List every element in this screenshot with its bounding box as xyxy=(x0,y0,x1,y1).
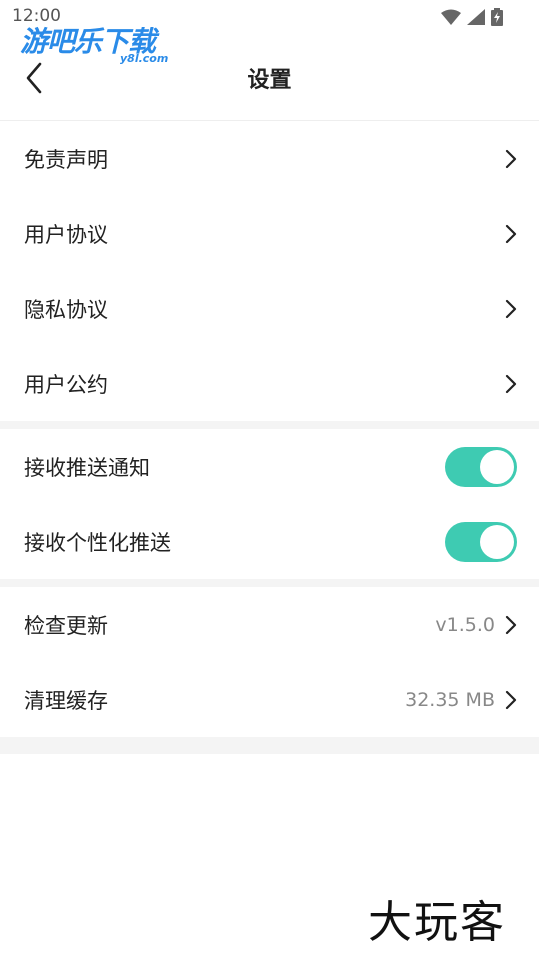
row-label: 隐私协议 xyxy=(24,297,108,322)
row-privacy-agreement[interactable]: 隐私协议 xyxy=(0,271,539,346)
section-divider xyxy=(0,421,539,429)
push-group: 接收推送通知 接收个性化推送 xyxy=(0,429,539,579)
wifi-icon xyxy=(441,9,461,25)
status-icons xyxy=(441,8,503,26)
legal-group: 免责声明 用户协议 隐私协议 用户公约 xyxy=(0,121,539,421)
row-personalized-push: 接收个性化推送 xyxy=(0,504,539,579)
header: 设置 xyxy=(0,34,539,121)
push-notifications-toggle[interactable] xyxy=(445,446,517,487)
chevron-right-icon xyxy=(505,299,517,318)
chevron-right-icon xyxy=(505,690,517,709)
row-user-convention[interactable]: 用户公约 xyxy=(0,346,539,421)
row-disclaimer[interactable]: 免责声明 xyxy=(0,121,539,196)
chevron-right-icon xyxy=(505,374,517,393)
row-label: 免责声明 xyxy=(24,147,108,172)
chevron-right-icon xyxy=(505,149,517,168)
version-value: v1.5.0 xyxy=(435,613,495,636)
row-check-update[interactable]: 检查更新 v1.5.0 xyxy=(0,587,539,662)
personalized-push-toggle[interactable] xyxy=(445,521,517,562)
toggle-knob xyxy=(480,524,514,559)
app-group: 检查更新 v1.5.0 清理缓存 32.35 MB xyxy=(0,587,539,737)
row-label: 接收推送通知 xyxy=(24,455,150,480)
cell-signal-icon xyxy=(467,9,485,25)
toggle-knob xyxy=(480,449,514,484)
brand-logo: 大玩客 xyxy=(368,897,506,948)
row-push-notifications: 接收推送通知 xyxy=(0,429,539,504)
section-divider xyxy=(0,737,539,754)
row-label: 用户公约 xyxy=(24,372,108,397)
section-divider xyxy=(0,579,539,587)
row-user-agreement[interactable]: 用户协议 xyxy=(0,196,539,271)
row-label: 清理缓存 xyxy=(24,688,108,713)
row-label: 检查更新 xyxy=(24,613,108,638)
row-clear-cache[interactable]: 清理缓存 32.35 MB xyxy=(0,662,539,737)
battery-icon xyxy=(491,8,503,26)
page-title: 设置 xyxy=(247,68,292,93)
cache-size-value: 32.35 MB xyxy=(405,688,495,711)
row-label: 接收个性化推送 xyxy=(24,530,171,555)
chevron-right-icon xyxy=(505,224,517,243)
chevron-right-icon xyxy=(505,615,517,634)
row-label: 用户协议 xyxy=(24,222,108,247)
